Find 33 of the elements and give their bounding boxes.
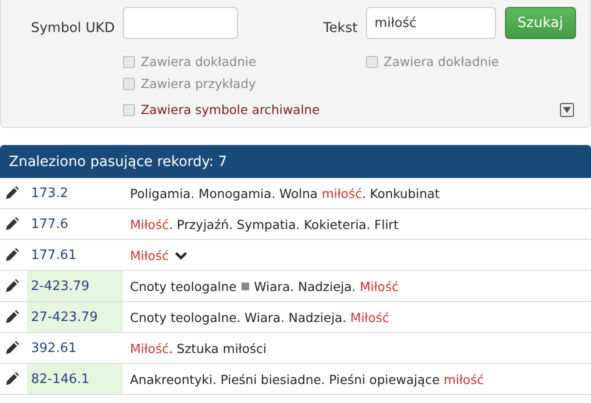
checkbox-option[interactable]: Zawiera symbole archiwalne xyxy=(122,102,320,118)
symbol-input[interactable] xyxy=(122,7,238,39)
checkbox[interactable] xyxy=(122,56,135,68)
code-cell[interactable]: 177.6 xyxy=(27,209,123,239)
description-cell-text: Cnoty teologalne ■ Wiara. Nadzieja. Miłość xyxy=(129,278,399,296)
pencil-icon[interactable] xyxy=(5,372,19,386)
field-label: Tekst xyxy=(323,20,358,36)
code-cell[interactable]: 177.61 xyxy=(27,240,123,270)
pencil-icon[interactable] xyxy=(5,310,19,324)
pencil-icon[interactable] xyxy=(5,279,19,293)
checkbox[interactable] xyxy=(122,104,135,116)
code-cell[interactable]: 27-423.79 xyxy=(27,302,123,332)
field-label: Symbol UKD xyxy=(31,20,115,36)
pencil-icon[interactable] xyxy=(5,217,19,231)
pencil-icon[interactable] xyxy=(5,186,19,200)
results-header: Znaleziono pasujące rekordy: 7 xyxy=(0,145,591,178)
description-cell-text: Poligamia. Monogamia. Wolna miłość. Konkubinat xyxy=(129,184,440,203)
description-cell-text: Miłość. Sztuka miłości xyxy=(129,340,266,358)
chevron-down-icon[interactable] xyxy=(174,250,187,260)
code-cell[interactable]: 173.2 xyxy=(27,178,123,208)
description-cell-text: Anakreontyki. Pieśni biesiadne. Pieśni opiewające miłość xyxy=(129,370,484,389)
description-cell-text: Cnoty teologalne. Wiara. Nadzieja. Miłość xyxy=(129,308,390,327)
code-cell[interactable]: 82-146.1 xyxy=(27,364,123,394)
checkbox[interactable] xyxy=(122,78,135,90)
dropdown-toggle-icon[interactable] xyxy=(560,103,574,117)
checkbox[interactable] xyxy=(366,56,378,68)
pencil-icon[interactable] xyxy=(5,341,19,355)
description-cell-text: Miłość. Przyjaźń. Sympatia. Kokieteria. Flirt xyxy=(129,216,398,234)
code-cell[interactable]: 392.61 xyxy=(27,333,123,363)
code-cell[interactable]: 2-423.79 xyxy=(27,271,123,301)
text-input[interactable]: miłość xyxy=(366,7,496,39)
description-cell-text: Miłość xyxy=(129,246,169,264)
pencil-icon[interactable] xyxy=(5,248,19,262)
